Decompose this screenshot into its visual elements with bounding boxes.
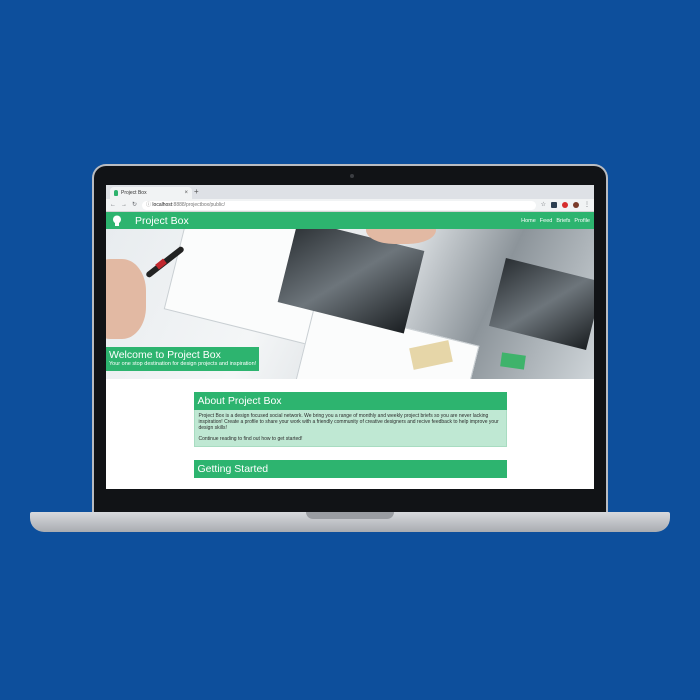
menu-icon[interactable]: ⋮ <box>584 199 590 212</box>
hero-photo <box>489 257 594 351</box>
tab-title: Project Box <box>121 190 147 196</box>
nav-link-briefs[interactable]: Briefs <box>556 218 570 224</box>
nav-link-home[interactable]: Home <box>521 218 536 224</box>
about-paragraph-2: Continue reading to find out how to get … <box>198 436 303 442</box>
lightbulb-icon[interactable] <box>112 215 122 227</box>
reload-icon[interactable]: ↻ <box>132 199 137 212</box>
url-host: localhost <box>152 201 173 208</box>
hero-caption: Welcome to Project Box Your one stop des… <box>106 347 260 371</box>
url-input[interactable]: ⓘ localhost:8888/projectbox/public/ <box>142 200 536 210</box>
star-icon[interactable]: ☆ <box>541 199 546 212</box>
main-content: About Project Box Project Box is a desig… <box>106 379 594 478</box>
getting-started-card: Getting Started <box>193 460 507 478</box>
hero-subtitle: Your one stop destination for design pro… <box>109 361 257 367</box>
profile-icon[interactable] <box>573 202 579 208</box>
about-card: About Project Box Project Box is a desig… <box>193 392 507 447</box>
hero-title: Welcome to Project Box <box>109 349 221 361</box>
site-brand[interactable]: Project Box <box>135 215 189 227</box>
browser-tab[interactable]: Project Box × <box>110 187 192 199</box>
hero-marker-tip <box>155 258 167 270</box>
hero-hand <box>106 259 146 339</box>
url-path: :8888/projectbox/public/ <box>172 201 225 208</box>
nav-links: Home Feed Briefs Profile <box>521 218 590 224</box>
browser-window: Project Box × + ← → ↻ ⓘ localhost:8888/p… <box>106 185 594 489</box>
hero-box <box>500 352 526 370</box>
back-icon[interactable]: ← <box>110 199 116 212</box>
camera-dot <box>350 174 354 178</box>
about-heading: About Project Box <box>193 392 507 410</box>
new-tab-button[interactable]: + <box>194 186 199 198</box>
hero-banner: Welcome to Project Box Your one stop des… <box>106 229 594 379</box>
lightbulb-favicon-icon <box>114 190 118 196</box>
forward-icon[interactable]: → <box>121 199 127 212</box>
opera-icon[interactable] <box>562 202 568 208</box>
laptop-base <box>30 512 670 532</box>
tab-close-icon[interactable]: × <box>184 190 188 196</box>
tab-strip: Project Box × + <box>106 185 594 199</box>
about-paragraph-1: Project Box is a design focused social n… <box>198 413 499 431</box>
getting-started-heading: Getting Started <box>193 460 507 478</box>
nav-link-profile[interactable]: Profile <box>574 218 590 224</box>
address-bar-row: ← → ↻ ⓘ localhost:8888/projectbox/public… <box>106 199 594 212</box>
nav-link-feed[interactable]: Feed <box>540 218 553 224</box>
extension-icon[interactable] <box>551 202 557 208</box>
laptop-notch <box>306 512 394 519</box>
about-body: Project Box is a design focused social n… <box>193 410 507 447</box>
site-navbar: Project Box Home Feed Briefs Profile <box>106 212 594 229</box>
